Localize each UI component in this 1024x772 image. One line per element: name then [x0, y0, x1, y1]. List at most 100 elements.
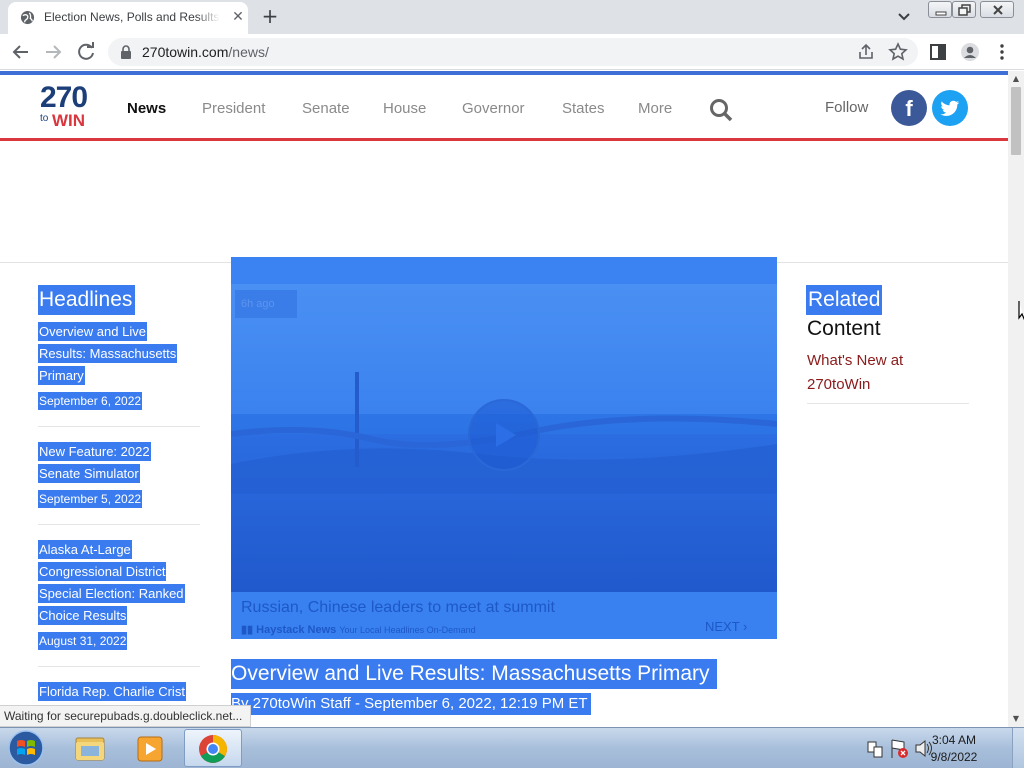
headline-title-line[interactable]: Alaska At-Large: [38, 540, 132, 559]
url-path: /news/: [228, 44, 269, 60]
bookmark-star-icon[interactable]: [888, 42, 908, 62]
play-icon: [496, 423, 516, 447]
headline-title-line[interactable]: Primary: [38, 366, 85, 385]
video-frame[interactable]: 6h ago: [231, 284, 777, 592]
scroll-up-arrow-icon[interactable]: ▲: [1008, 71, 1024, 87]
side-panel-icon[interactable]: [928, 42, 948, 62]
related-heading-first: Related: [806, 285, 883, 315]
related-link[interactable]: What's New at 270toWin: [807, 349, 969, 404]
show-desktop-button[interactable]: [1012, 728, 1024, 768]
taskbar-clock-date[interactable]: 9/8/2022: [924, 750, 984, 764]
browser-status-bar: Waiting for securepubads.g.doubleclick.n…: [0, 705, 252, 727]
nav-governor[interactable]: Governor: [462, 100, 525, 117]
browser-menu-icon[interactable]: [992, 42, 1012, 62]
url-host: 270towin.com: [142, 44, 229, 60]
taskbar-chrome[interactable]: [184, 729, 242, 767]
window-minimize-button[interactable]: [928, 1, 952, 18]
play-button[interactable]: [468, 399, 540, 471]
headline-date: September 6, 2022: [38, 392, 143, 410]
scroll-thumb[interactable]: [1011, 87, 1021, 155]
browser-tab-strip: Election News, Polls and Results - 270to…: [0, 0, 1024, 34]
share-icon[interactable]: [856, 42, 876, 62]
window-close-button[interactable]: [980, 1, 1014, 18]
browser-toolbar: 270towin.com/news/: [0, 34, 1024, 70]
video-next-button[interactable]: NEXT ›: [705, 619, 747, 634]
video-brand-sub: Your Local Headlines On-Demand: [339, 625, 476, 635]
folder-icon: [75, 737, 105, 761]
action-center-flag-icon[interactable]: [891, 739, 908, 758]
logo-to: to: [40, 113, 49, 124]
profile-avatar-icon[interactable]: [960, 42, 980, 62]
video-brand: ▮▮ Haystack News Your Local Headlines On…: [241, 624, 476, 636]
windows-taskbar: 3:04 AM 9/8/2022: [0, 727, 1024, 768]
video-brand-name: Haystack News: [256, 624, 337, 636]
headlines-heading: Headlines: [38, 285, 136, 315]
follow-label: Follow: [825, 99, 869, 116]
headline-date: September 5, 2022: [38, 490, 143, 508]
back-arrow-icon[interactable]: [9, 40, 33, 64]
nav-house[interactable]: House: [383, 100, 426, 117]
related-link-line[interactable]: 270toWin: [807, 376, 870, 393]
headline-item[interactable]: New Feature: 2022 Senate Simulator Septem…: [38, 441, 200, 525]
headline-item[interactable]: Alaska At-Large Congressional District Spe…: [38, 539, 200, 667]
video-caption[interactable]: Russian, Chinese leaders to meet at summ…: [241, 599, 555, 617]
video-caption-bar: Russian, Chinese leaders to meet at summ…: [231, 592, 777, 639]
headline-title-line[interactable]: Results: Massachusetts: [38, 344, 178, 363]
chrome-icon: [199, 735, 227, 763]
headline-date: August 31, 2022: [38, 632, 128, 650]
headline-item[interactable]: Overview and Live Results: Massachusetts P…: [38, 321, 200, 427]
facebook-icon[interactable]: f: [891, 90, 927, 126]
related-heading-second: Content: [807, 317, 881, 340]
tab-title: Election News, Polls and Results - 270to…: [44, 10, 220, 24]
logo-win: WIN: [52, 111, 86, 130]
twitter-bird-icon: [940, 100, 960, 116]
tab-close-icon[interactable]: ✕: [230, 9, 246, 25]
headline-title-line[interactable]: Overview and Live: [38, 322, 147, 341]
media-player-icon: [137, 736, 163, 762]
search-icon[interactable]: [708, 97, 734, 123]
tab-search-chevron-icon[interactable]: [894, 8, 914, 26]
related-link-line[interactable]: What's New at: [807, 352, 903, 369]
new-tab-button[interactable]: +: [258, 5, 282, 29]
url-text[interactable]: 270towin.com/news/: [142, 44, 269, 60]
browser-tab[interactable]: Election News, Polls and Results - 270to…: [8, 2, 248, 34]
nav-senate[interactable]: Senate: [302, 100, 350, 117]
mouse-cursor-icon: [1018, 301, 1024, 321]
address-bar[interactable]: 270towin.com/news/: [108, 38, 918, 66]
restore-icon: [958, 4, 971, 16]
taskbar-file-explorer[interactable]: [60, 729, 118, 767]
headline-title-line[interactable]: Florida Rep. Charlie Crist: [38, 682, 186, 701]
nav-news[interactable]: News: [127, 100, 166, 117]
nav-states[interactable]: States: [562, 100, 605, 117]
video-top-bar: [231, 257, 777, 284]
close-icon: [993, 5, 1003, 15]
ad-placeholder: [0, 141, 1008, 263]
article-byline: By 270toWin Staff - September 6, 2022, 1…: [231, 693, 591, 715]
headline-title-line[interactable]: Congressional District: [38, 562, 167, 581]
window-restore-button[interactable]: [952, 1, 976, 18]
reload-icon[interactable]: [74, 40, 98, 64]
forward-arrow-icon[interactable]: [41, 40, 65, 64]
headline-title-line[interactable]: Special Election: Ranked: [38, 584, 185, 603]
lock-icon[interactable]: [120, 45, 132, 59]
headline-title-line[interactable]: Choice Results: [38, 606, 128, 625]
page-scrollbar[interactable]: ▲ ▼: [1008, 71, 1024, 727]
globe-icon: [20, 10, 35, 25]
headline-title-line[interactable]: New Feature: 2022: [38, 442, 151, 461]
nav-president[interactable]: President: [202, 100, 265, 117]
video-time-tag: 6h ago: [235, 290, 297, 318]
twitter-icon[interactable]: [932, 90, 968, 126]
taskbar-media-player[interactable]: [122, 729, 180, 767]
nav-more[interactable]: More: [638, 100, 672, 117]
windows-start-button[interactable]: [4, 729, 48, 767]
network-icon[interactable]: [867, 741, 883, 758]
headline-title-line[interactable]: Senate Simulator: [38, 464, 140, 483]
scroll-down-arrow-icon[interactable]: ▼: [1008, 711, 1024, 727]
article-title[interactable]: Overview and Live Results: Massachusetts…: [231, 659, 717, 689]
video-player[interactable]: 6h ago Russian, Chinese leaders to meet …: [231, 257, 777, 639]
page-viewport: 270 to WIN News President Senate House G…: [0, 71, 1008, 727]
logo-number: 270: [40, 81, 88, 114]
taskbar-clock-time[interactable]: 3:04 AM: [924, 733, 984, 747]
site-header: 270 to WIN News President Senate House G…: [0, 71, 1008, 141]
site-logo[interactable]: 270 to WIN: [40, 83, 94, 133]
